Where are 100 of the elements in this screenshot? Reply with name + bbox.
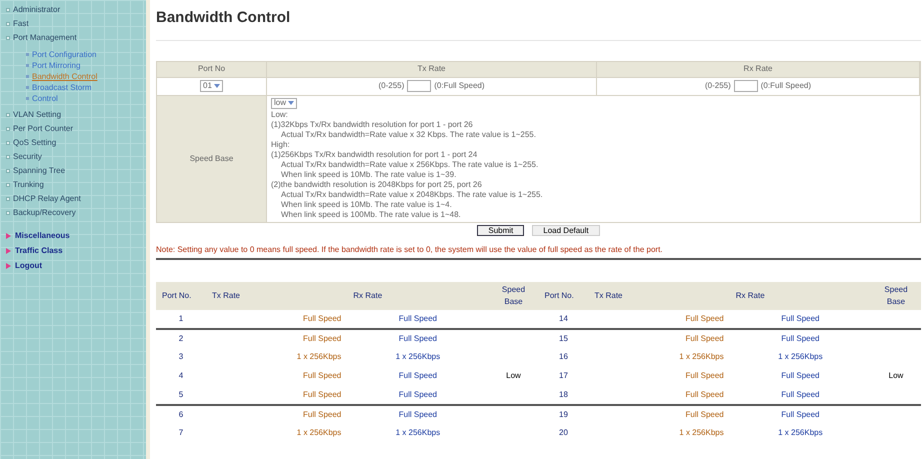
sidebar-item[interactable]: Trunking: [13, 179, 44, 191]
bullet-icon: [6, 141, 10, 145]
table-cell: 7: [178, 428, 184, 437]
column-header: Rx Rate: [744, 63, 772, 75]
table-cell: 1 x 256Kbps: [396, 352, 440, 361]
table-cell: 17: [559, 371, 568, 380]
table-cell: Full Speed: [781, 334, 820, 342]
speed-select[interactable]: low: [271, 98, 298, 108]
table-cell: Full Speed: [398, 371, 437, 380]
bullet-icon: [6, 127, 10, 131]
sidebar-item[interactable]: QoS Setting: [13, 137, 56, 149]
column-header: Speed Base: [502, 284, 526, 306]
info-text: Actual Tx/Rx bandwidth=Rate value x 2048Kbps. The rate value is 1~255.: [281, 190, 543, 200]
table-cell: Full Speed: [398, 410, 437, 418]
sidebar-link[interactable]: Logout: [15, 260, 42, 272]
column-header: Port No: [198, 63, 226, 75]
table-cell: Full Speed: [781, 371, 820, 380]
sidebar-subitem[interactable]: Broadcast Storm: [32, 82, 92, 94]
bullet-icon: [6, 8, 10, 12]
sidebar-item[interactable]: Per Port Counter: [13, 123, 74, 135]
table-cell: 6: [178, 410, 184, 418]
table-cell: Full Speed: [686, 410, 724, 418]
table-cell: Full Speed: [398, 334, 437, 342]
table-cell: 1 x 256Kbps: [296, 428, 342, 437]
sidebar-link[interactable]: Traffic Class: [15, 244, 63, 256]
range-label: (0-255): [378, 80, 404, 92]
table-cell: 1 x 256Kbps: [296, 352, 342, 361]
table-cell: 15: [559, 334, 568, 342]
table-cell: Full Speed: [303, 390, 342, 398]
table-cell: 2: [178, 334, 184, 342]
info-text: When link speed is 100Mb. The rate value is 1~48.: [281, 210, 461, 220]
table-cell: 16: [559, 352, 568, 361]
sidebar-item[interactable]: Security: [13, 151, 42, 163]
sidebar-item[interactable]: Spanning Tree: [13, 165, 66, 177]
table-cell: Full Speed: [303, 334, 342, 342]
bullet-icon: [26, 75, 29, 78]
bullet-icon: [6, 22, 10, 26]
dropdown-icon: [288, 101, 294, 105]
form-button[interactable]: Load Default: [532, 224, 600, 236]
triangle-icon: [6, 262, 11, 268]
bullet-icon: [6, 197, 10, 201]
sidebar-subitem[interactable]: Port Configuration: [32, 48, 96, 60]
info-text: High:: [271, 140, 290, 150]
bullet-icon: [26, 53, 29, 56]
bullet-icon: [6, 183, 10, 187]
table-cell: Low: [888, 371, 904, 380]
rate-input[interactable]: [734, 80, 758, 92]
note-text: Note: Setting any value to 0 means full speed. If the bandwidth rate is set to 0, the system will use the value of full speed as the rate of the port.: [156, 244, 921, 260]
sidebar-item[interactable]: Administrator: [13, 4, 60, 16]
column-header: Tx Rate: [594, 290, 623, 300]
table-cell: Low: [506, 371, 521, 380]
bullet-icon: [6, 155, 10, 159]
table-cell: Full Speed: [781, 410, 820, 418]
info-text: When link speed is 10Mb. The rate value is 1~39.: [281, 170, 456, 180]
sidebar-subitem[interactable]: Control: [32, 92, 58, 104]
table-cell: Full Speed: [686, 371, 724, 380]
table-cell: Full Speed: [686, 334, 724, 342]
table-cell: 14: [559, 314, 568, 322]
triangle-icon: [6, 232, 11, 238]
table-cell: Full Speed: [781, 390, 820, 398]
table-cell: 20: [559, 428, 568, 437]
bullet-icon: [26, 64, 29, 67]
row-label: Speed Base: [190, 152, 234, 164]
sidebar-subitem[interactable]: Port Mirroring: [32, 60, 80, 72]
table-cell: Full Speed: [781, 314, 820, 322]
sidebar-item[interactable]: Port Management: [13, 32, 77, 44]
table-cell: 4: [178, 371, 184, 380]
bullet-icon: [6, 36, 10, 40]
table-cell: Full Speed: [303, 371, 342, 380]
table-cell: Full Speed: [303, 410, 342, 418]
table-cell: 1 x 256Kbps: [778, 352, 823, 361]
column-header: Rx Rate: [736, 290, 765, 300]
sidebar-item[interactable]: Backup/Recovery: [13, 207, 76, 219]
table-cell: 1 x 256Kbps: [778, 428, 823, 437]
table-cell: 1 x 256Kbps: [679, 428, 724, 437]
column-header: Tx Rate: [212, 290, 240, 300]
table-cell: 18: [559, 390, 568, 398]
table-cell: 3: [178, 352, 184, 361]
info-text: Actual Tx/Rx bandwidth=Rate value x 256Kbps. The rate value is 1~255.: [281, 160, 538, 170]
bullet-icon: [6, 113, 10, 117]
form-button[interactable]: Submit: [477, 224, 524, 236]
sidebar-item[interactable]: VLAN Setting: [13, 109, 62, 121]
info-text: Low:: [271, 110, 288, 120]
column-header: Tx Rate: [417, 63, 446, 75]
sidebar-item[interactable]: DHCP Relay Agent: [13, 193, 81, 205]
column-header: Port No.: [162, 290, 192, 300]
info-text: (1)256Kbps Tx/Rx bandwidth resolution for port 1 - port 24: [271, 150, 478, 160]
port-select[interactable]: 01: [200, 80, 223, 92]
table-cell: 1 x 256Kbps: [679, 352, 724, 361]
rate-input[interactable]: [407, 80, 432, 92]
range-label: (0-255): [704, 80, 731, 92]
table-cell: Full Speed: [686, 314, 724, 322]
table-cell: Full Speed: [398, 390, 437, 398]
table-cell: 1: [178, 314, 184, 322]
page-title: Bandwidth Control: [156, 0, 921, 40]
info-text: (1)32Kbps Tx/Rx bandwidth resolution for port 1 - port 26: [271, 120, 473, 130]
table-cell: Full Speed: [686, 390, 724, 398]
sidebar-link[interactable]: Miscellaneous: [15, 230, 70, 242]
sidebar-item[interactable]: Fast: [13, 18, 29, 30]
triangle-icon: [6, 248, 11, 254]
